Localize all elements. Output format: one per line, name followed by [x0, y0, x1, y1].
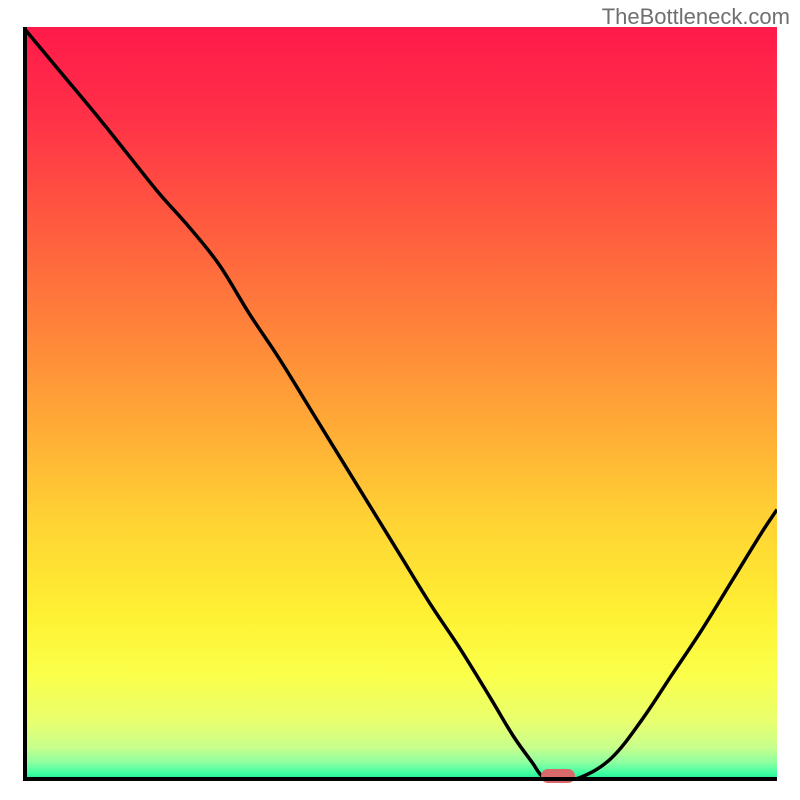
chart-svg	[23, 27, 777, 781]
gradient-background	[23, 27, 777, 781]
chart-container: TheBottleneck.com	[0, 0, 800, 800]
y-axis-line	[23, 27, 27, 781]
x-axis-line	[23, 777, 777, 781]
watermark-text: TheBottleneck.com	[602, 4, 790, 30]
